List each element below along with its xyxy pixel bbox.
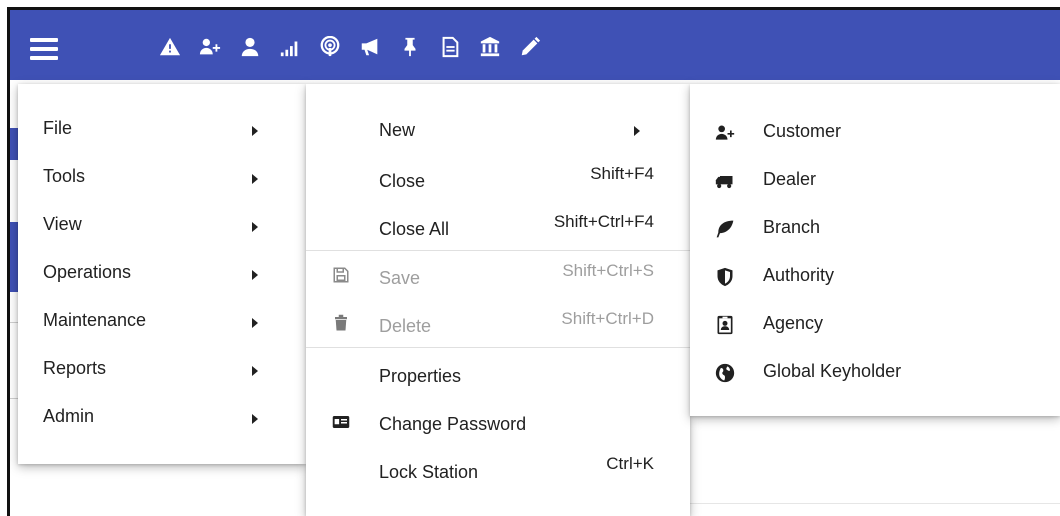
menu-item-delete: Delete Shift+Ctrl+D [306, 299, 690, 347]
menu-item-label: Close All [379, 219, 450, 239]
menu-item-admin[interactable]: Admin [18, 394, 306, 442]
id-card-icon [332, 413, 350, 431]
menu-item-label: Customer [763, 121, 842, 141]
menu-item-label: Dealer [763, 169, 817, 189]
submenu-arrow-icon [252, 126, 258, 136]
shortcut-label: Shift+F4 [590, 164, 654, 183]
menu-item-agency[interactable]: Agency [690, 300, 1060, 348]
shortcut-label: Ctrl+K [606, 454, 654, 473]
menu-item-label: View [43, 214, 82, 234]
menu-item-label: Operations [43, 262, 132, 282]
badge-icon [715, 315, 735, 335]
background-divider [10, 322, 18, 323]
save-icon [332, 266, 350, 284]
truck-icon [715, 171, 735, 191]
menu-item-label: Delete [379, 316, 432, 336]
hamburger-menu-icon[interactable] [30, 38, 58, 60]
menu-item-close-all[interactable]: Close All Shift+Ctrl+F4 [306, 202, 690, 250]
menu-item-operations[interactable]: Operations [18, 250, 306, 298]
signal-icon[interactable] [270, 32, 310, 62]
submenu-arrow-icon [252, 270, 258, 280]
menu-item-label: Admin [43, 406, 95, 426]
menu-item-properties[interactable]: Properties [306, 348, 690, 396]
menu-item-label: Close [379, 171, 426, 191]
menu-item-label: Change Password [379, 414, 527, 434]
menu-item-label: New [379, 120, 416, 140]
menu-item-save: Save Shift+Ctrl+S [306, 251, 690, 299]
menu-item-file[interactable]: File [18, 106, 306, 154]
menu-item-label: Reports [43, 358, 107, 378]
menu-item-label: Global Keyholder [763, 361, 902, 381]
menu-item-authority[interactable]: Authority [690, 252, 1060, 300]
app-window: File Tools View Operations Maintenance R… [0, 0, 1060, 516]
shortcut-label: Shift+Ctrl+S [562, 261, 654, 280]
background-panel-edge [10, 128, 18, 160]
bank-icon[interactable] [470, 32, 510, 62]
menu-item-label: Tools [43, 166, 86, 186]
thumbtack-icon[interactable] [390, 32, 430, 62]
add-user-icon [715, 123, 735, 143]
user-icon[interactable] [230, 32, 270, 62]
submenu-arrow-icon [634, 126, 640, 136]
globe-icon [715, 363, 735, 383]
submenu-arrow-icon [252, 318, 258, 328]
file-submenu: New Close Shift+F4 Close All Shift+Ctrl+… [306, 84, 690, 516]
document-icon[interactable] [430, 32, 470, 62]
warning-icon[interactable] [150, 32, 190, 62]
bullhorn-icon[interactable] [350, 32, 390, 62]
menu-item-new[interactable]: New [306, 106, 690, 154]
menu-item-lock-station[interactable]: Lock Station Ctrl+K [306, 444, 690, 492]
submenu-arrow-icon [252, 366, 258, 376]
main-menu: File Tools View Operations Maintenance R… [18, 84, 306, 464]
podcast-icon[interactable] [310, 32, 350, 62]
submenu-arrow-icon [252, 174, 258, 184]
new-submenu: Customer Dealer Branch Authority Agency [690, 84, 1060, 416]
menu-item-label: Branch [763, 217, 821, 237]
menu-item-label: Properties [379, 366, 462, 386]
menu-item-label: Agency [763, 313, 824, 333]
menu-item-maintenance[interactable]: Maintenance [18, 298, 306, 346]
submenu-arrow-icon [252, 414, 258, 424]
add-user-icon[interactable] [190, 32, 230, 62]
pencil-icon[interactable] [510, 32, 550, 62]
trash-icon [332, 314, 350, 332]
menu-item-label: Authority [763, 265, 835, 285]
menu-item-branch[interactable]: Branch [690, 204, 1060, 252]
menu-item-label: Lock Station [379, 462, 479, 482]
menu-item-tools[interactable]: Tools [18, 154, 306, 202]
menu-item-label: Maintenance [43, 310, 147, 330]
background-divider [690, 503, 1060, 504]
menu-item-close[interactable]: Close Shift+F4 [306, 154, 690, 202]
top-toolbar [10, 10, 1060, 80]
background-divider [10, 398, 18, 399]
menu-item-view[interactable]: View [18, 202, 306, 250]
menu-item-customer[interactable]: Customer [690, 108, 1060, 156]
menu-item-dealer[interactable]: Dealer [690, 156, 1060, 204]
submenu-arrow-icon [252, 222, 258, 232]
menu-item-global-keyholder[interactable]: Global Keyholder [690, 348, 1060, 396]
shortcut-label: Shift+Ctrl+D [561, 309, 654, 328]
background-panel-edge [10, 222, 18, 292]
toolbar-icons [150, 32, 550, 62]
shield-icon [715, 267, 735, 287]
menu-item-label: File [43, 118, 73, 138]
menu-item-change-password[interactable]: Change Password [306, 396, 690, 444]
leaf-icon [715, 219, 735, 239]
menu-item-reports[interactable]: Reports [18, 346, 306, 394]
shortcut-label: Shift+Ctrl+F4 [553, 212, 654, 231]
menu-item-label: Save [379, 268, 421, 288]
